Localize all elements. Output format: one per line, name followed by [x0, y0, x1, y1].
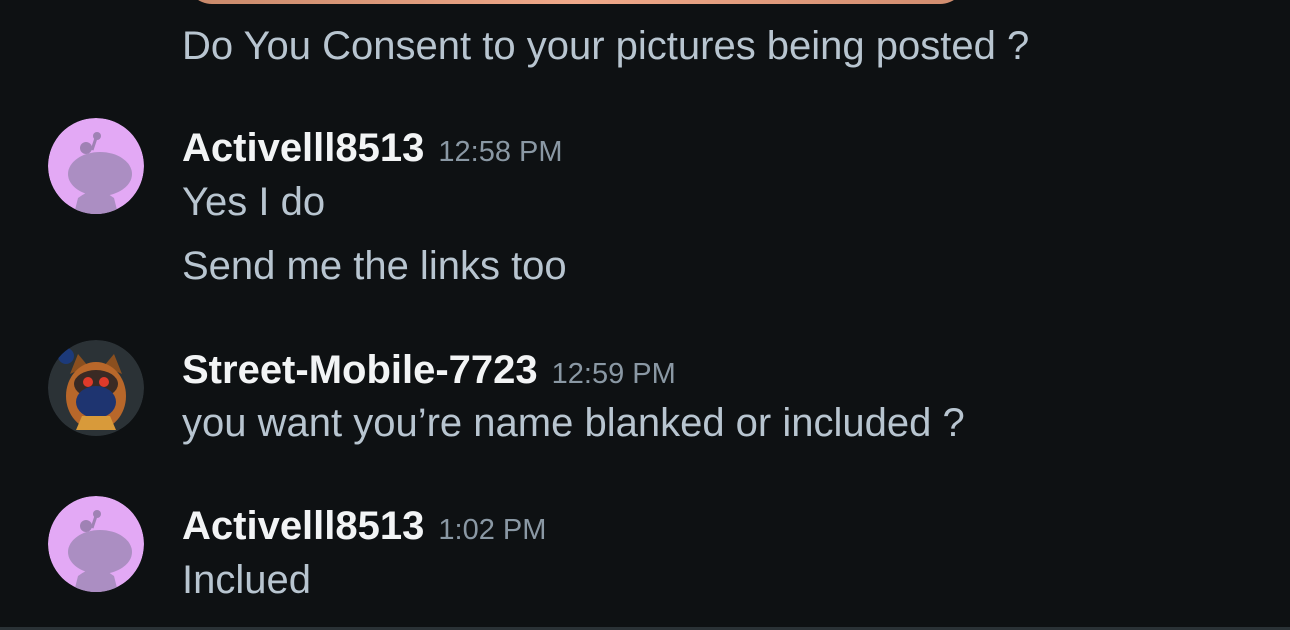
timestamp: 1:02 PM	[438, 514, 547, 546]
username[interactable]: Street-Mobile-7723	[182, 350, 538, 390]
user-avatar[interactable]	[48, 496, 144, 592]
chat-thread: Do You Consent to your pictures being po…	[0, 0, 1290, 630]
user-avatar[interactable]	[48, 118, 144, 214]
username[interactable]: Activelll8513	[182, 506, 424, 546]
message-text: Yes I do	[182, 180, 326, 224]
message-text: Send me the links too	[182, 244, 567, 288]
timestamp: 12:59 PM	[551, 358, 676, 390]
message-header: Activelll8513 12:58 PM	[182, 128, 563, 168]
message-header: Street-Mobile-7723 12:59 PM	[182, 350, 676, 390]
user-avatar[interactable]	[48, 340, 144, 436]
message-text: Do You Consent to your pictures being po…	[182, 24, 1030, 68]
message-text: you want you’re name blanked or included…	[182, 401, 965, 445]
message-header: Activelll8513 1:02 PM	[182, 506, 546, 546]
snoo-avatar-icon	[48, 496, 144, 592]
username[interactable]: Activelll8513	[182, 128, 424, 168]
snoo-avatar-icon	[48, 118, 144, 214]
owl-avatar-icon	[48, 340, 144, 436]
timestamp: 12:58 PM	[438, 136, 563, 168]
shared-image-preview[interactable]	[186, 0, 966, 4]
message-text: Inclued	[182, 558, 311, 602]
